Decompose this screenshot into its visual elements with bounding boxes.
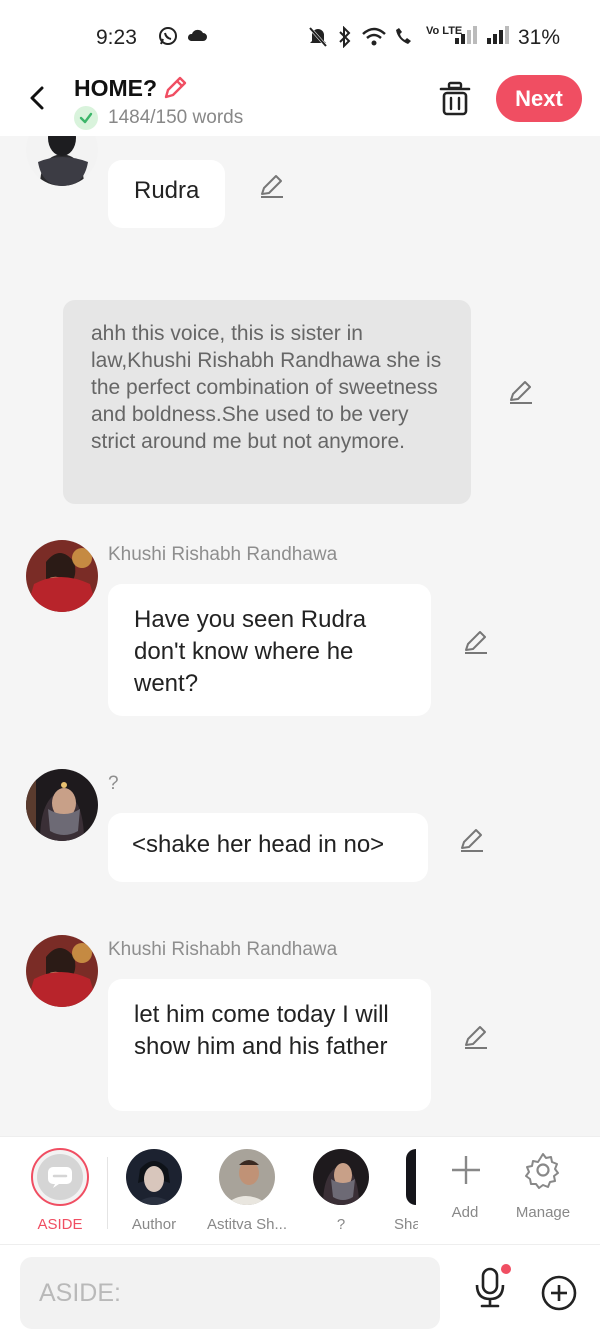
aside-icon bbox=[37, 1154, 83, 1200]
message-input[interactable] bbox=[20, 1257, 440, 1329]
wifi-icon bbox=[361, 26, 387, 55]
add-character-button[interactable] bbox=[449, 1153, 483, 1187]
avatar[interactable] bbox=[26, 540, 98, 612]
check-icon bbox=[74, 106, 98, 130]
speaker-name: ? bbox=[108, 773, 119, 794]
edit-icon[interactable] bbox=[258, 172, 286, 200]
delete-button[interactable] bbox=[438, 80, 472, 118]
add-content-button[interactable] bbox=[540, 1274, 578, 1312]
character-label: Sha bbox=[394, 1216, 418, 1233]
plus-icon bbox=[452, 1156, 480, 1184]
character-bar: ASIDE Author Astitva Sh... ? Sha Add Man… bbox=[0, 1136, 600, 1244]
status-time: 9:23 bbox=[96, 26, 137, 49]
edit-icon[interactable] bbox=[458, 826, 486, 854]
character-label: ASIDE bbox=[37, 1216, 83, 1233]
manage-label: Manage bbox=[515, 1204, 571, 1221]
next-button[interactable]: Next bbox=[496, 75, 582, 122]
back-button[interactable] bbox=[22, 80, 54, 116]
chat-area: Rudra ahh this voice, this is sister in … bbox=[0, 136, 600, 1136]
character-label: Astitva Sh... bbox=[206, 1216, 288, 1233]
edit-icon[interactable] bbox=[462, 628, 490, 656]
signal-icon bbox=[486, 26, 512, 53]
trash-icon bbox=[439, 81, 471, 116]
add-label: Add bbox=[451, 1204, 479, 1221]
edit-icon[interactable] bbox=[462, 1023, 490, 1051]
header: HOME? 1484/150 words Next bbox=[0, 74, 600, 136]
character-label: Author bbox=[131, 1216, 177, 1233]
character-astitva[interactable] bbox=[219, 1149, 275, 1205]
notification-dot bbox=[501, 1264, 511, 1274]
input-bar bbox=[0, 1244, 600, 1340]
word-count: 1484/150 words bbox=[108, 107, 244, 128]
cloud-icon bbox=[186, 26, 208, 53]
avatar[interactable] bbox=[26, 935, 98, 1007]
word-count-row: 1484/150 words bbox=[74, 106, 243, 130]
message-bubble[interactable]: Rudra bbox=[108, 160, 226, 228]
character-sha[interactable] bbox=[406, 1149, 416, 1205]
title-row: HOME? bbox=[74, 74, 189, 102]
page-title: HOME? bbox=[74, 74, 158, 101]
message-bubble[interactable]: Have you seen Rudra don't know where he … bbox=[108, 584, 431, 716]
gear-icon bbox=[525, 1153, 559, 1189]
edit-icon[interactable] bbox=[507, 378, 535, 406]
character-label: ? bbox=[336, 1216, 346, 1233]
whatsapp-icon bbox=[158, 26, 178, 53]
signal-icon bbox=[454, 26, 480, 53]
speaker-name: Khushi Rishabh Randhawa bbox=[108, 939, 338, 960]
status-bar: 9:23 Vo LTE 31% bbox=[0, 0, 600, 74]
avatar[interactable] bbox=[26, 136, 98, 186]
narration-block[interactable]: ahh this voice, this is sister in law,Kh… bbox=[63, 300, 471, 504]
speaker-name: Khushi Rishabh Randhawa bbox=[108, 544, 338, 565]
avatar[interactable] bbox=[26, 769, 98, 841]
character-unknown[interactable] bbox=[313, 1149, 369, 1205]
divider bbox=[107, 1157, 108, 1229]
plus-circle-icon bbox=[541, 1275, 577, 1311]
chevron-left-icon bbox=[30, 86, 44, 110]
bluetooth-icon bbox=[337, 25, 353, 55]
edit-title-icon[interactable] bbox=[161, 74, 189, 102]
manage-button[interactable] bbox=[524, 1151, 562, 1189]
message-bubble[interactable]: <shake her head in no> bbox=[108, 813, 428, 882]
character-author[interactable] bbox=[126, 1149, 182, 1205]
message-bubble[interactable]: let him come today I will show him and h… bbox=[108, 979, 431, 1111]
wifi-call-icon bbox=[392, 26, 418, 55]
bell-muted-icon bbox=[308, 26, 328, 55]
character-aside[interactable] bbox=[31, 1148, 89, 1206]
battery-level: 31% bbox=[518, 26, 561, 49]
